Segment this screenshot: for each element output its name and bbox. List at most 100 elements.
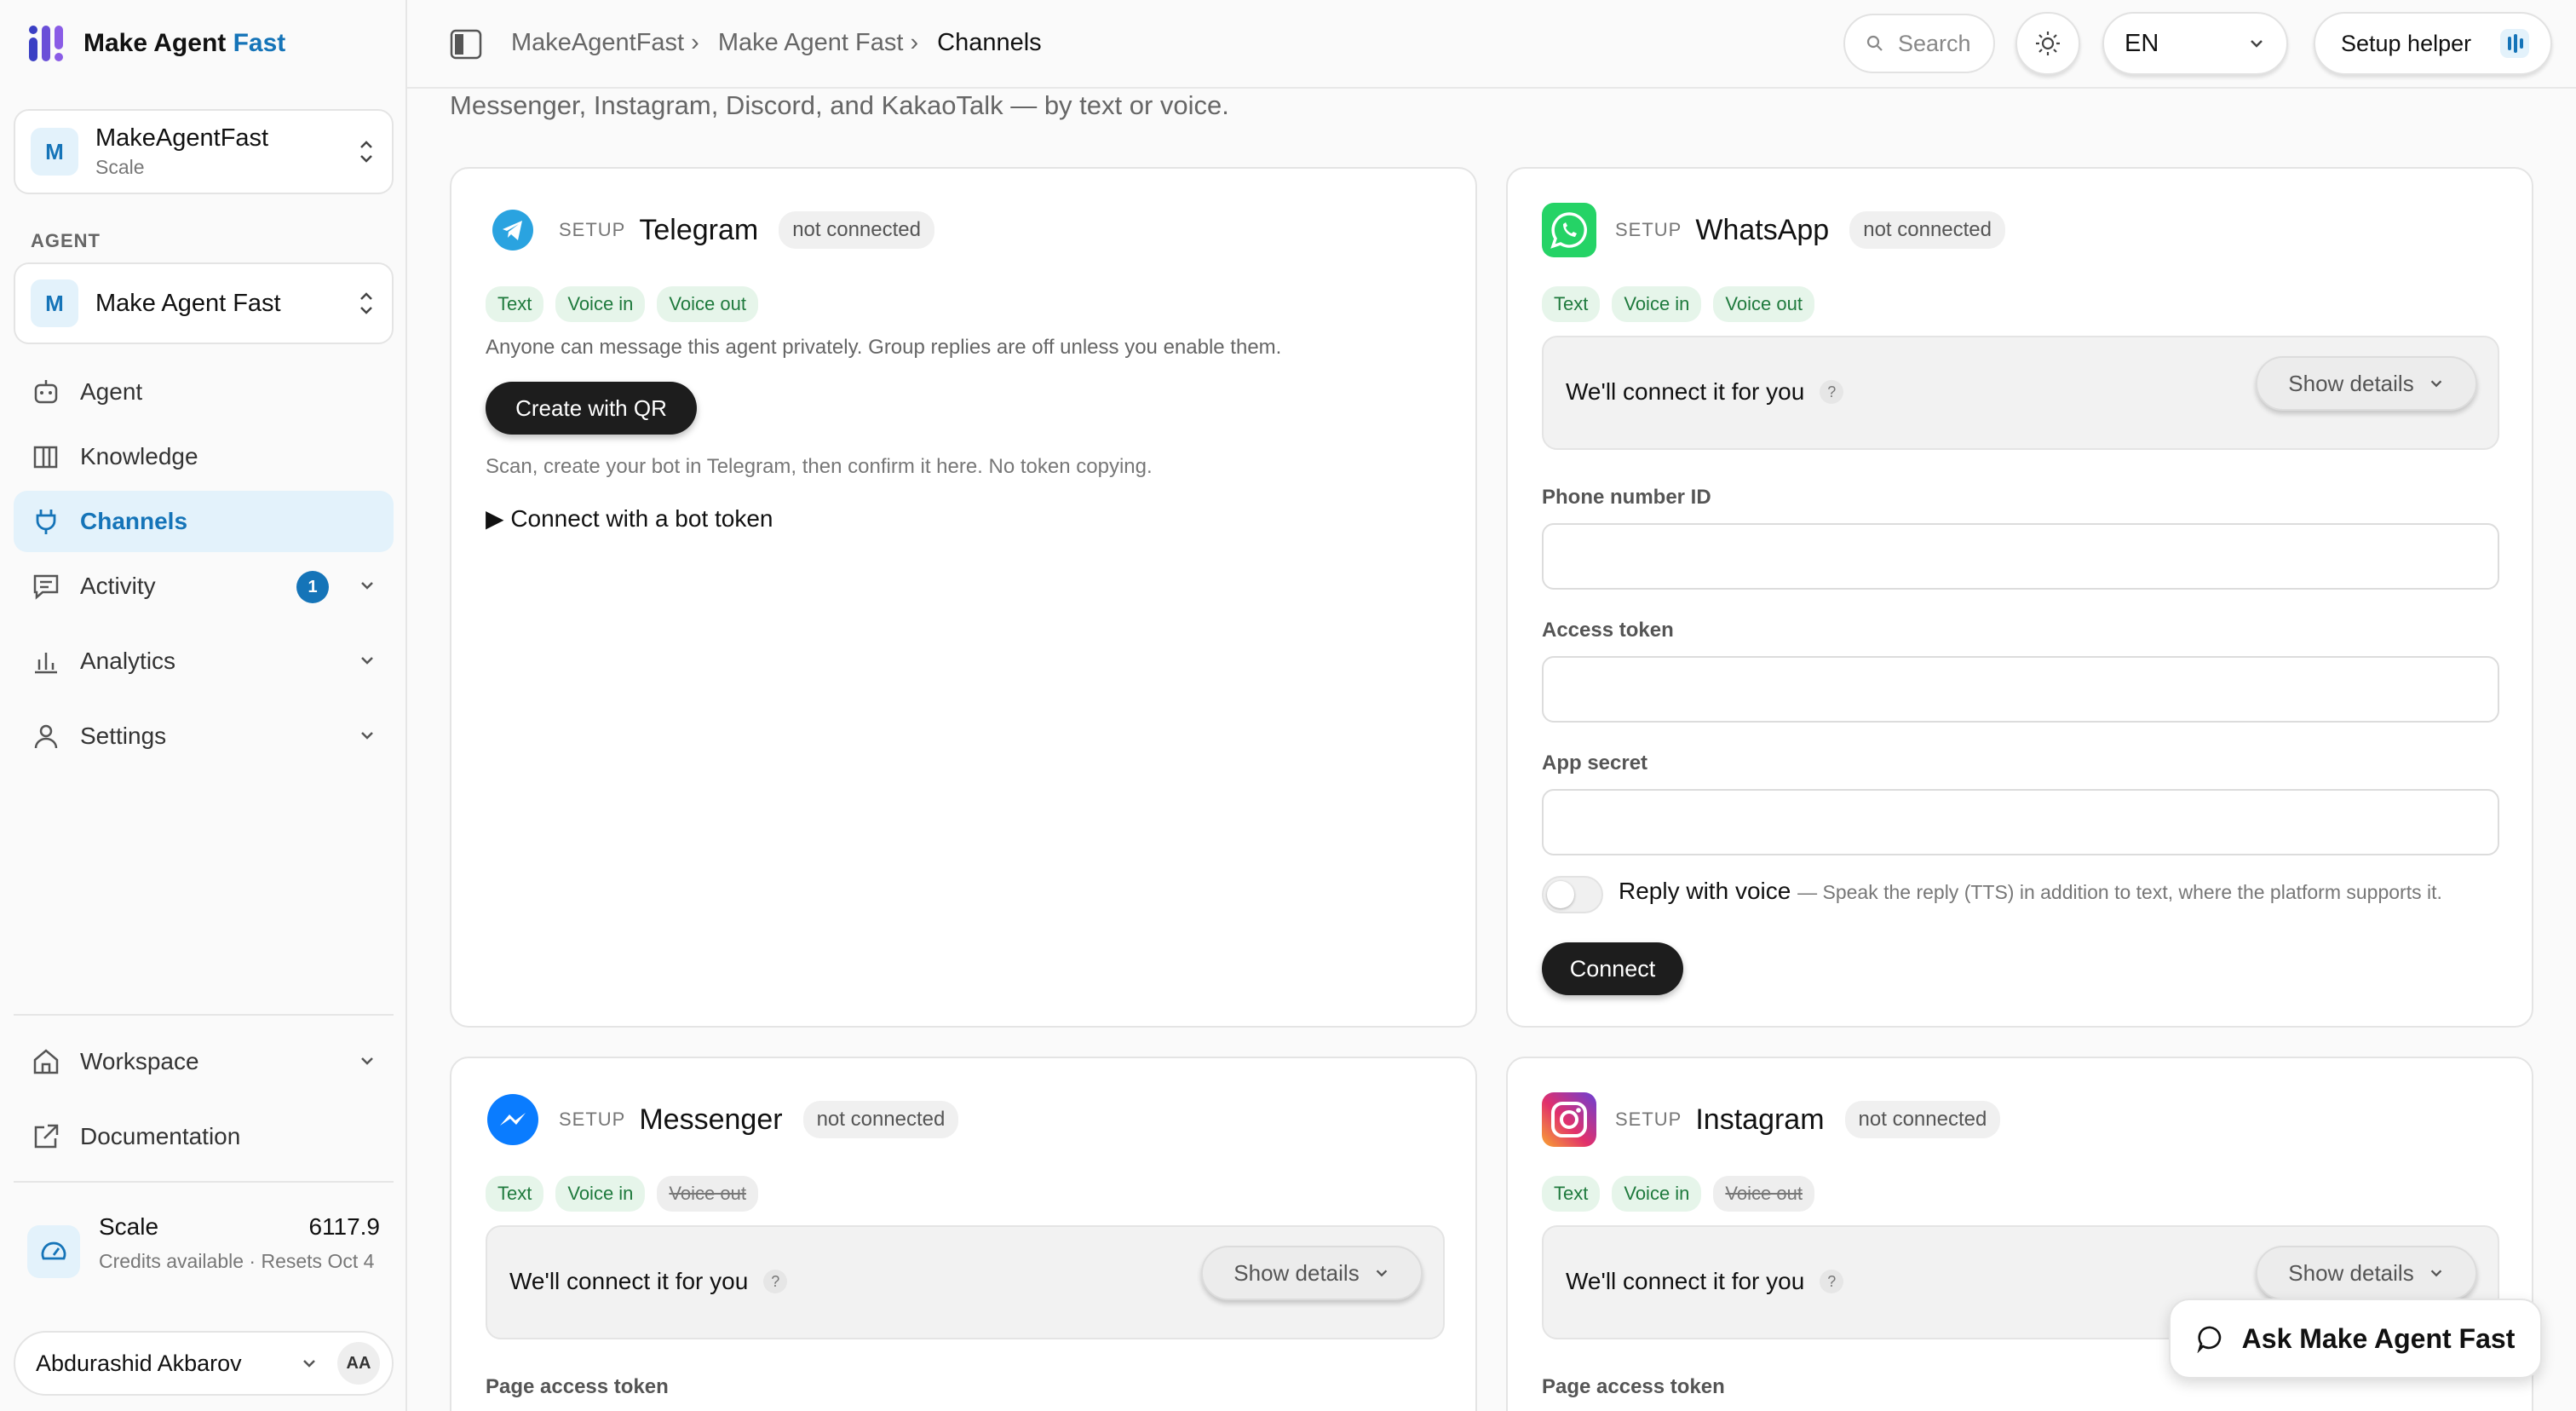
external-link-icon — [34, 1124, 59, 1149]
cap-voice-in: Voice in — [1612, 1176, 1702, 1212]
sidebar-divider — [14, 1181, 394, 1183]
chevron-up-down-icon — [360, 292, 372, 314]
sidebar-item-label: Documentation — [80, 1123, 241, 1149]
cap-text: Text — [1542, 286, 1601, 322]
sidebar-item-knowledge[interactable]: Knowledge — [14, 426, 394, 487]
workspace-name: MakeAgentFast — [95, 124, 269, 152]
ask-assistant-label: Ask Make Agent Fast — [2241, 1322, 2516, 1354]
book-icon — [33, 446, 58, 469]
capability-tags: Text Voice in Voice out — [1542, 1176, 1814, 1212]
reply-with-voice-hint: — Speak the reply (TTS) in addition to t… — [1797, 881, 2442, 903]
sidebar-toggle-icon[interactable] — [450, 29, 482, 60]
cap-voice-in: Voice in — [555, 286, 646, 322]
status-badge: not connected — [779, 211, 934, 249]
sun-icon — [2036, 32, 2060, 55]
app-secret-input[interactable] — [1542, 789, 2499, 855]
breadcrumb-workspace[interactable]: MakeAgentFast › — [511, 29, 699, 57]
connect-button[interactable]: Connect — [1542, 942, 1683, 995]
managed-setup-label: We'll connect it for you — [1566, 1268, 1805, 1294]
telegram-description: Anyone can message this agent privately.… — [486, 336, 1282, 359]
breadcrumb-current: Channels — [937, 29, 1042, 56]
assistant-icon — [2500, 29, 2529, 58]
setup-label: SETUP — [559, 1109, 626, 1130]
reply-with-voice-label: Reply with voice — [1619, 878, 1791, 904]
messenger-icon — [487, 1094, 538, 1145]
status-badge: not connected — [1849, 211, 2006, 249]
status-badge: not connected — [1844, 1101, 2001, 1138]
sidebar-item-settings[interactable]: Settings — [14, 706, 394, 767]
help-icon[interactable]: ? — [1820, 380, 1844, 404]
chevron-up-down-icon — [360, 141, 372, 163]
managed-setup-label: We'll connect it for you — [509, 1268, 749, 1294]
sidebar-item-channels[interactable]: Channels — [14, 491, 394, 552]
help-icon[interactable]: ? — [763, 1270, 788, 1293]
channel-name: WhatsApp — [1695, 213, 1830, 246]
channel-name: Instagram — [1695, 1103, 1825, 1136]
breadcrumb: MakeAgentFast › Make Agent Fast › Channe… — [511, 29, 1042, 57]
managed-setup-panel: We'll connect it for you? Show details — [1542, 336, 2499, 450]
instagram-icon — [1542, 1092, 1596, 1147]
setup-helper-button[interactable]: Setup helper — [2314, 12, 2552, 75]
workspace-switcher[interactable]: M MakeAgentFast Scale — [14, 109, 394, 194]
show-details-label: Show details — [2288, 370, 2414, 396]
access-token-input[interactable] — [1542, 656, 2499, 723]
reply-with-voice-text: Reply with voice — Speak the reply (TTS)… — [1619, 878, 2442, 905]
setup-label: SETUP — [1615, 219, 1682, 240]
user-name: Abdurashid Akbarov — [36, 1350, 242, 1376]
whatsapp-card: SETUP WhatsApp not connected Text Voice … — [1506, 167, 2533, 1028]
page-intro: Messenger, Instagram, Discord, and Kakao… — [450, 90, 1229, 120]
show-details-button[interactable]: Show details — [1201, 1246, 1423, 1300]
search-placeholder: Search — [1898, 30, 1971, 56]
language-select[interactable]: EN — [2102, 12, 2288, 75]
page-access-token-label: Page access token — [486, 1375, 669, 1398]
ask-assistant-button[interactable]: Ask Make Agent Fast — [2169, 1299, 2542, 1379]
plug-icon — [36, 510, 56, 534]
bot-token-disclosure[interactable]: ▶ Connect with a bot token — [486, 504, 773, 533]
plan-name: Scale — [99, 1213, 159, 1240]
agent-section-label: AGENT — [31, 230, 101, 251]
sidebar-item-label: Knowledge — [80, 443, 198, 469]
sidebar-item-label: Channels — [80, 508, 188, 534]
capability-tags: Text Voice in Voice out — [486, 1176, 758, 1212]
sidebar-item-workspace[interactable]: Workspace — [14, 1031, 394, 1092]
cap-voice-out-unsupported: Voice out — [1713, 1176, 1814, 1212]
search-icon — [1866, 35, 1883, 51]
cap-text: Text — [486, 1176, 544, 1212]
search-input[interactable]: Search — [1843, 14, 1995, 73]
plan-credits: 6117.9 — [308, 1213, 380, 1240]
plan-subtitle: Credits available · Resets Oct 4 — [99, 1250, 375, 1272]
reply-with-voice-toggle[interactable] — [1542, 876, 1603, 913]
chevron-down-icon — [2430, 1270, 2441, 1277]
show-details-button[interactable]: Show details — [2256, 356, 2477, 411]
agent-name: Make Agent Fast — [95, 289, 281, 317]
cap-voice-in: Voice in — [555, 1176, 646, 1212]
show-details-button[interactable]: Show details — [2256, 1246, 2477, 1300]
theme-toggle-button[interactable] — [2015, 12, 2080, 75]
plan-summary[interactable]: Scale 6117.9 Credits available · Resets … — [14, 1198, 394, 1309]
cap-voice-in: Voice in — [1612, 286, 1702, 322]
chevron-down-icon — [2430, 380, 2441, 388]
whatsapp-icon — [1542, 203, 1596, 257]
sidebar-item-documentation[interactable]: Documentation — [14, 1106, 394, 1167]
brand-logo[interactable]: Make Agent Fast — [27, 20, 285, 66]
agent-switcher[interactable]: M Make Agent Fast — [14, 262, 394, 344]
help-icon[interactable]: ? — [1820, 1270, 1844, 1293]
sidebar-item-analytics[interactable]: Analytics — [14, 631, 394, 692]
user-menu[interactable]: Abdurashid Akbarov AA — [14, 1331, 394, 1396]
chevron-down-icon — [2251, 40, 2263, 48]
sidebar-item-label: Analytics — [80, 648, 176, 674]
sidebar-item-label: Agent — [80, 378, 143, 405]
chat-bubble-icon — [2197, 1326, 2221, 1353]
sidebar-item-activity[interactable]: Activity 1 — [14, 556, 394, 617]
access-token-label: Access token — [1542, 619, 1674, 642]
chevron-down-icon — [361, 657, 373, 665]
phone-number-id-input[interactable] — [1542, 523, 2499, 590]
show-details-label: Show details — [2288, 1259, 2414, 1286]
create-with-qr-button[interactable]: Create with QR — [486, 382, 697, 435]
cap-voice-out-unsupported: Voice out — [657, 1176, 758, 1212]
sidebar-item-agent[interactable]: Agent — [14, 361, 394, 423]
breadcrumb-agent[interactable]: Make Agent Fast › — [718, 29, 918, 57]
setup-label: SETUP — [1615, 1109, 1682, 1130]
sidebar-item-label: Settings — [80, 723, 167, 749]
brand-icon — [29, 26, 63, 61]
